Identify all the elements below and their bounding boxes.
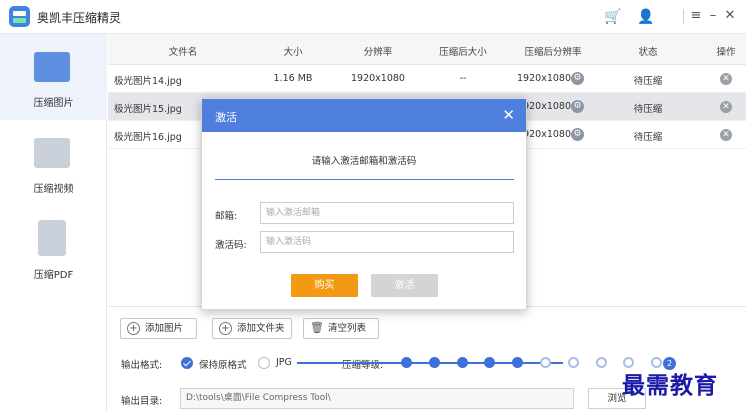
clear-list-button[interactable]: 🗑 清空列表	[303, 318, 379, 339]
add-image-label: 添加图片	[145, 323, 184, 334]
minimize-icon[interactable]: –	[705, 7, 721, 25]
app-title: 奥凯丰压缩精灵	[37, 11, 122, 25]
sidebar-item-compress-pdf[interactable]: 压缩PDF	[0, 206, 107, 292]
file-status: 待压缩	[633, 76, 663, 87]
email-label: 邮箱:	[215, 211, 238, 222]
delete-icon[interactable]: ✕	[720, 129, 732, 141]
table-header: 文件名 大小 分辨率 压缩后大小 压缩后分辨率 状态 操作	[108, 34, 746, 65]
email-field[interactable]	[260, 202, 514, 224]
jpg-label: JPG	[276, 357, 292, 368]
compression-level-dot[interactable]	[567, 357, 579, 368]
close-icon[interactable]: ✕	[722, 7, 738, 25]
cart-icon[interactable]: 🛒	[604, 8, 622, 26]
col-size: 大小	[283, 47, 303, 58]
compression-level-dot[interactable]	[540, 357, 551, 368]
image-icon	[34, 52, 70, 82]
dialog-prompt: 请输入激活邮箱和激活码	[311, 156, 417, 167]
user-icon[interactable]: 👤	[637, 8, 655, 26]
pdf-icon	[38, 220, 66, 256]
plus-icon: +	[219, 322, 232, 335]
file-status: 待压缩	[633, 132, 663, 143]
sidebar-item-compress-image[interactable]: 压缩图片	[0, 34, 107, 120]
close-icon[interactable]: ✕	[502, 106, 515, 124]
file-resolution: 1920x1080	[351, 73, 405, 84]
app-logo-icon	[9, 6, 30, 27]
settings-gear-icon[interactable]: ⚙	[571, 72, 584, 85]
sidebar-item-label: 压缩图片	[33, 98, 74, 109]
sidebar-item-label: 压缩视频	[33, 184, 74, 195]
delete-icon[interactable]: ✕	[720, 73, 732, 85]
compression-level-dot[interactable]	[401, 357, 412, 368]
delete-icon[interactable]: ✕	[720, 101, 732, 113]
file-name: 极光图片15.jpg	[114, 104, 182, 115]
col-filename: 文件名	[168, 47, 198, 58]
compressed-resolution: 1920x1080	[517, 73, 571, 84]
code-label: 激活码:	[215, 240, 247, 251]
dialog-divider	[215, 179, 514, 180]
jpg-radio[interactable]	[258, 357, 270, 369]
compression-level-dot[interactable]	[595, 357, 607, 368]
title-bar: 奥凯丰压缩精灵 🛒 👤 ≡ – ✕	[0, 0, 746, 34]
keep-format-radio[interactable]	[181, 357, 193, 369]
compression-level-dot[interactable]	[428, 357, 440, 368]
sidebar: 压缩图片 压缩视频 压缩PDF	[0, 34, 107, 411]
activation-dialog: 激活 ✕ 请输入激活邮箱和激活码 邮箱: 激活码: 购买 激活	[201, 98, 527, 310]
plus-icon: +	[127, 322, 140, 335]
menu-icon[interactable]: ≡	[688, 7, 704, 25]
buy-button[interactable]: 购买	[291, 274, 358, 297]
dialog-title: 激活	[215, 111, 237, 124]
output-dir-label: 输出目录:	[121, 396, 163, 407]
compression-level-label: 压缩等级:	[342, 360, 384, 371]
sidebar-item-compress-video[interactable]: 压缩视频	[0, 120, 107, 206]
table-row[interactable]: 极光图片14.jpg 1.16 MB 1920x1080 -- 1920x108…	[108, 65, 746, 93]
file-status: 待压缩	[633, 104, 663, 115]
output-dir-field[interactable]: D:\tools\桌面\File Compress Tool\	[180, 388, 574, 409]
file-size: 1.16 MB	[273, 73, 313, 84]
col-resolution: 分辨率	[363, 47, 393, 58]
output-format-label: 输出格式:	[121, 360, 163, 371]
add-folder-label: 添加文件夹	[237, 323, 285, 334]
col-actions: 操作	[716, 47, 736, 58]
file-name: 极光图片14.jpg	[114, 76, 182, 87]
activation-code-field[interactable]	[260, 231, 514, 253]
compressed-size: --	[459, 73, 467, 84]
activate-button[interactable]: 激活	[371, 274, 438, 297]
settings-gear-icon[interactable]: ⚙	[571, 128, 584, 141]
trash-icon: 🗑	[310, 321, 324, 334]
settings-gear-icon[interactable]: ⚙	[571, 100, 584, 113]
dialog-header: 激活 ✕	[202, 99, 526, 132]
col-compressed-size: 压缩后大小	[439, 47, 487, 58]
watermark-text: 最需教育	[622, 372, 718, 399]
titlebar-divider	[683, 9, 684, 24]
add-image-button[interactable]: + 添加图片	[120, 318, 197, 339]
compression-level-dot[interactable]	[456, 357, 468, 368]
col-compressed-resolution: 压缩后分辨率	[524, 47, 582, 58]
video-icon	[34, 138, 70, 168]
file-name: 极光图片16.jpg	[114, 132, 182, 143]
col-status: 状态	[638, 47, 658, 58]
clear-list-label: 清空列表	[328, 323, 367, 334]
keep-format-label: 保持原格式	[199, 360, 247, 371]
add-folder-button[interactable]: + 添加文件夹	[212, 318, 292, 339]
sidebar-item-label: 压缩PDF	[33, 270, 74, 281]
